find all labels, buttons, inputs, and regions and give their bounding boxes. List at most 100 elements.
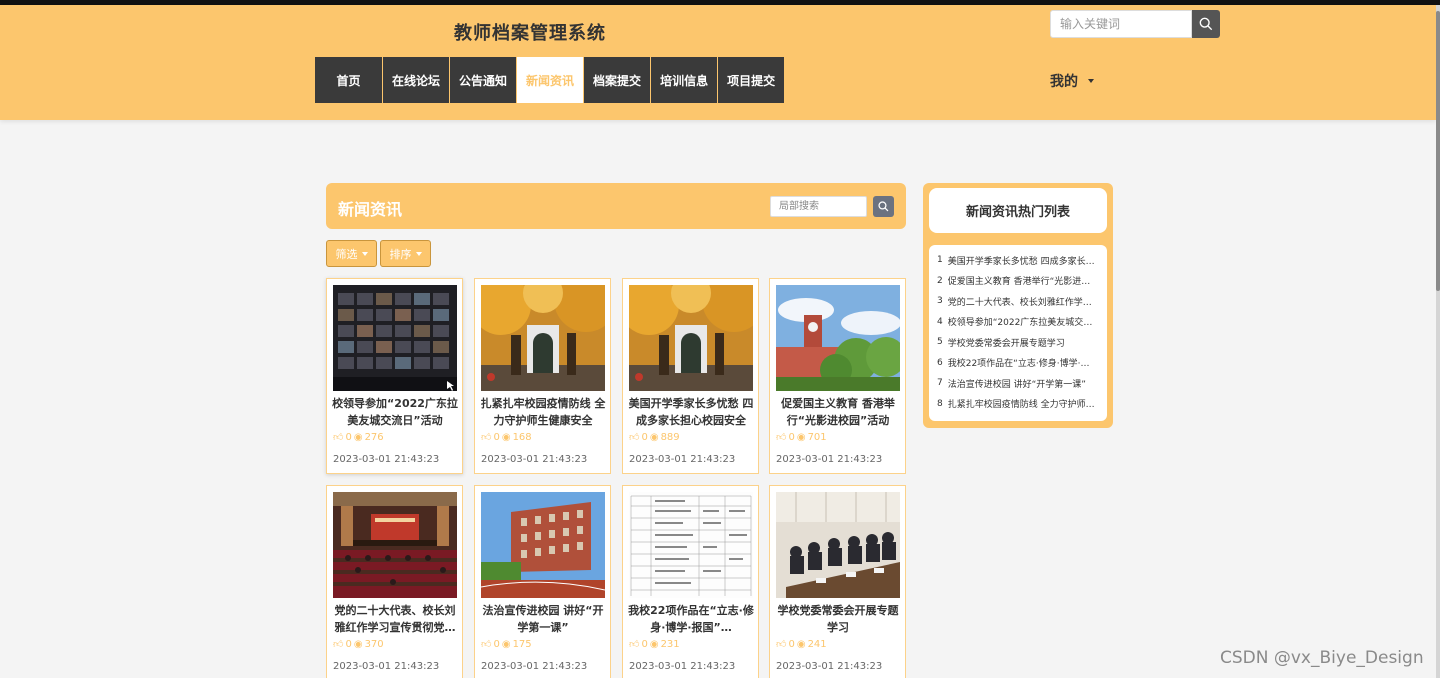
nav-item-archive[interactable]: 档案提交 — [584, 57, 652, 103]
view-count: 276 — [364, 431, 384, 443]
like-count: 0 — [641, 431, 648, 443]
thumbs-up-icon: 👍︎ — [629, 432, 640, 443]
hot-news-item[interactable]: 3党的二十大代表、校长刘雅红作学习宣传贯彻党 — [929, 291, 1107, 312]
news-card-stats: 👍︎ 0 ◉ 231 — [629, 638, 680, 651]
news-card-date: 2023-03-01 21:43:23 — [333, 454, 440, 465]
news-image — [333, 492, 457, 598]
view-count: 231 — [660, 638, 680, 650]
news-card-title: 校领导参加“2022广东拉美友城交流日”活动 — [332, 397, 458, 427]
user-menu-label: 我的 — [1050, 74, 1078, 90]
eye-icon: ◉ — [353, 431, 363, 443]
news-card-title: 美国开学季家长多忧愁 四成多家长担心校园安全 — [628, 397, 754, 427]
nav-item-project[interactable]: 项目提交 — [718, 57, 786, 103]
eye-icon: ◉ — [501, 638, 511, 650]
nav-item-home[interactable]: 首页 — [315, 57, 383, 103]
local-search-button[interactable] — [873, 196, 894, 217]
news-card-date: 2023-03-01 21:43:23 — [776, 661, 883, 672]
thumbs-up-icon: 👍︎ — [333, 639, 344, 650]
view-count: 168 — [512, 431, 532, 443]
like-count: 0 — [493, 638, 500, 650]
search-icon — [878, 201, 889, 212]
search-icon — [1199, 17, 1213, 31]
news-section-header: 新闻资讯 — [326, 183, 906, 229]
like-count: 0 — [641, 638, 648, 650]
hot-news-panel: 新闻资讯热门列表 1美国开学季家长多忧愁 四成多家长担心校园安全 2促爱国主义教… — [923, 183, 1113, 428]
eye-icon: ◉ — [501, 431, 511, 443]
eye-icon: ◉ — [796, 638, 806, 650]
news-card-stats: 👍︎ 0 ◉ 889 — [629, 431, 680, 444]
view-count: 175 — [512, 638, 532, 650]
thumbs-up-icon: 👍︎ — [481, 639, 492, 650]
nav-item-news[interactable]: 新闻资讯 — [517, 57, 585, 103]
hot-news-title: 新闻资讯热门列表 — [929, 188, 1107, 233]
news-card-date: 2023-03-01 21:43:23 — [776, 454, 883, 465]
news-card-stats: 👍︎ 0 ◉ 175 — [481, 638, 532, 651]
news-image — [481, 285, 605, 391]
section-title: 新闻资讯 — [338, 200, 403, 219]
news-card-stats: 👍︎ 0 ◉ 241 — [776, 638, 827, 651]
news-card[interactable]: 我校22项作品在“立志·修身·博学·报国”… 👍︎ 0 ◉ 231 2023-03-… — [622, 485, 759, 678]
news-image — [776, 285, 900, 391]
hot-news-item[interactable]: 4校领导参加“2022广东拉美友城交流日”活动 — [929, 312, 1107, 333]
eye-icon: ◉ — [796, 431, 806, 443]
search-input[interactable] — [1050, 10, 1192, 38]
news-image — [629, 492, 753, 598]
news-card-title: 扎紧扎牢校园疫情防线 全力守护师生健康安全 — [480, 397, 606, 427]
like-count: 0 — [788, 638, 795, 650]
view-count: 701 — [807, 431, 827, 443]
hot-news-item[interactable]: 7 法治宣传进校园 讲好“开学第一课” — [929, 373, 1107, 394]
news-card-title: 党的二十大代表、校长刘雅红作学习宣传贯彻党… — [334, 604, 456, 634]
hot-news-item[interactable]: 5 学校党委常委会开展专题学习 — [929, 332, 1107, 353]
news-card[interactable]: 学校党委常委会开展专题学习 👍︎ 0 ◉ 241 2023-03-01 21:43:… — [769, 485, 906, 678]
eye-icon: ◉ — [649, 638, 659, 650]
hot-news-item[interactable]: 1美国开学季家长多忧愁 四成多家长担心校园安全 — [929, 250, 1107, 271]
news-card[interactable]: 法治宣传进校园 讲好“开学第一课” 👍︎ 0 ◉ 175 2023-03-01 21… — [474, 485, 611, 678]
news-card-date: 2023-03-01 21:43:23 — [481, 661, 588, 672]
news-card[interactable]: 促爱国主义教育 香港举行“光影进校园”活动 👍︎ 0 ◉ 701 2023-03-0… — [769, 278, 906, 474]
like-count: 0 — [345, 638, 352, 650]
hot-news-item[interactable]: 6 我校22项作品在“立志·修身·博学·报国” — [929, 353, 1107, 374]
watermark: CSDN @vx_Biye_Design — [1220, 648, 1424, 668]
news-card[interactable]: 党的二十大代表、校长刘雅红作学习宣传贯彻党… 👍︎ 0 ◉ 370 2023-03-… — [326, 485, 463, 678]
thumbs-up-icon: 👍︎ — [481, 432, 492, 443]
news-card[interactable]: 美国开学季家长多忧愁 四成多家长担心校园安全 👍︎ 0 ◉ 889 2023-03-… — [622, 278, 759, 474]
local-search-input[interactable] — [770, 196, 867, 217]
hot-news-item[interactable]: 8扎紧扎牢校园疫情防线 全力守护师生健康安全 — [929, 394, 1107, 415]
nav-item-forum[interactable]: 在线论坛 — [383, 57, 451, 103]
user-menu-dropdown[interactable]: 我的 — [1050, 71, 1094, 91]
news-card-date: 2023-03-01 21:43:23 — [481, 454, 588, 465]
eye-icon: ◉ — [353, 638, 363, 650]
news-card-title: 促爱国主义教育 香港举行“光影进校园”活动 — [781, 397, 895, 427]
nav-item-training[interactable]: 培训信息 — [651, 57, 719, 103]
sort-label: 排序 — [389, 247, 412, 261]
search-button[interactable] — [1192, 10, 1220, 38]
news-card-date: 2023-03-01 21:43:23 — [333, 661, 440, 672]
hot-news-item[interactable]: 2促爱国主义教育 香港举行“光影进校园”活动 — [929, 271, 1107, 292]
news-card[interactable]: 校领导参加“2022广东拉美友城交流日”活动 👍︎ 0 ◉ 276 2023-03-… — [326, 278, 463, 474]
scrollbar-thumb[interactable] — [1436, 11, 1440, 291]
hot-news-list: 1美国开学季家长多忧愁 四成多家长担心校园安全 2促爱国主义教育 香港举行“光影… — [929, 245, 1107, 421]
filter-label: 筛选 — [335, 247, 358, 261]
thumbs-up-icon: 👍︎ — [629, 639, 640, 650]
news-image — [776, 492, 900, 598]
news-card-title: 学校党委常委会开展专题学习 — [777, 604, 899, 634]
news-card[interactable]: 扎紧扎牢校园疫情防线 全力守护师生健康安全 👍︎ 0 ◉ 168 2023-03-0… — [474, 278, 611, 474]
view-count: 370 — [364, 638, 384, 650]
page-scrollbar[interactable] — [1436, 5, 1440, 678]
thumbs-up-icon: 👍︎ — [333, 432, 344, 443]
news-card-stats: 👍︎ 0 ◉ 701 — [776, 431, 827, 444]
like-count: 0 — [345, 431, 352, 443]
eye-icon: ◉ — [649, 431, 659, 443]
global-search — [1050, 10, 1220, 38]
thumbs-up-icon: 👍︎ — [776, 639, 787, 650]
news-card-stats: 👍︎ 0 ◉ 168 — [481, 431, 532, 444]
chevron-down-icon — [415, 251, 422, 256]
chevron-down-icon — [361, 251, 368, 256]
filter-dropdown-button[interactable]: 筛选 — [326, 240, 377, 267]
sort-dropdown-button[interactable]: 排序 — [380, 240, 431, 267]
news-image — [481, 492, 605, 598]
like-count: 0 — [788, 431, 795, 443]
news-card-stats: 👍︎ 0 ◉ 276 — [333, 431, 384, 444]
nav-item-notice[interactable]: 公告通知 — [450, 57, 518, 103]
like-count: 0 — [493, 431, 500, 443]
